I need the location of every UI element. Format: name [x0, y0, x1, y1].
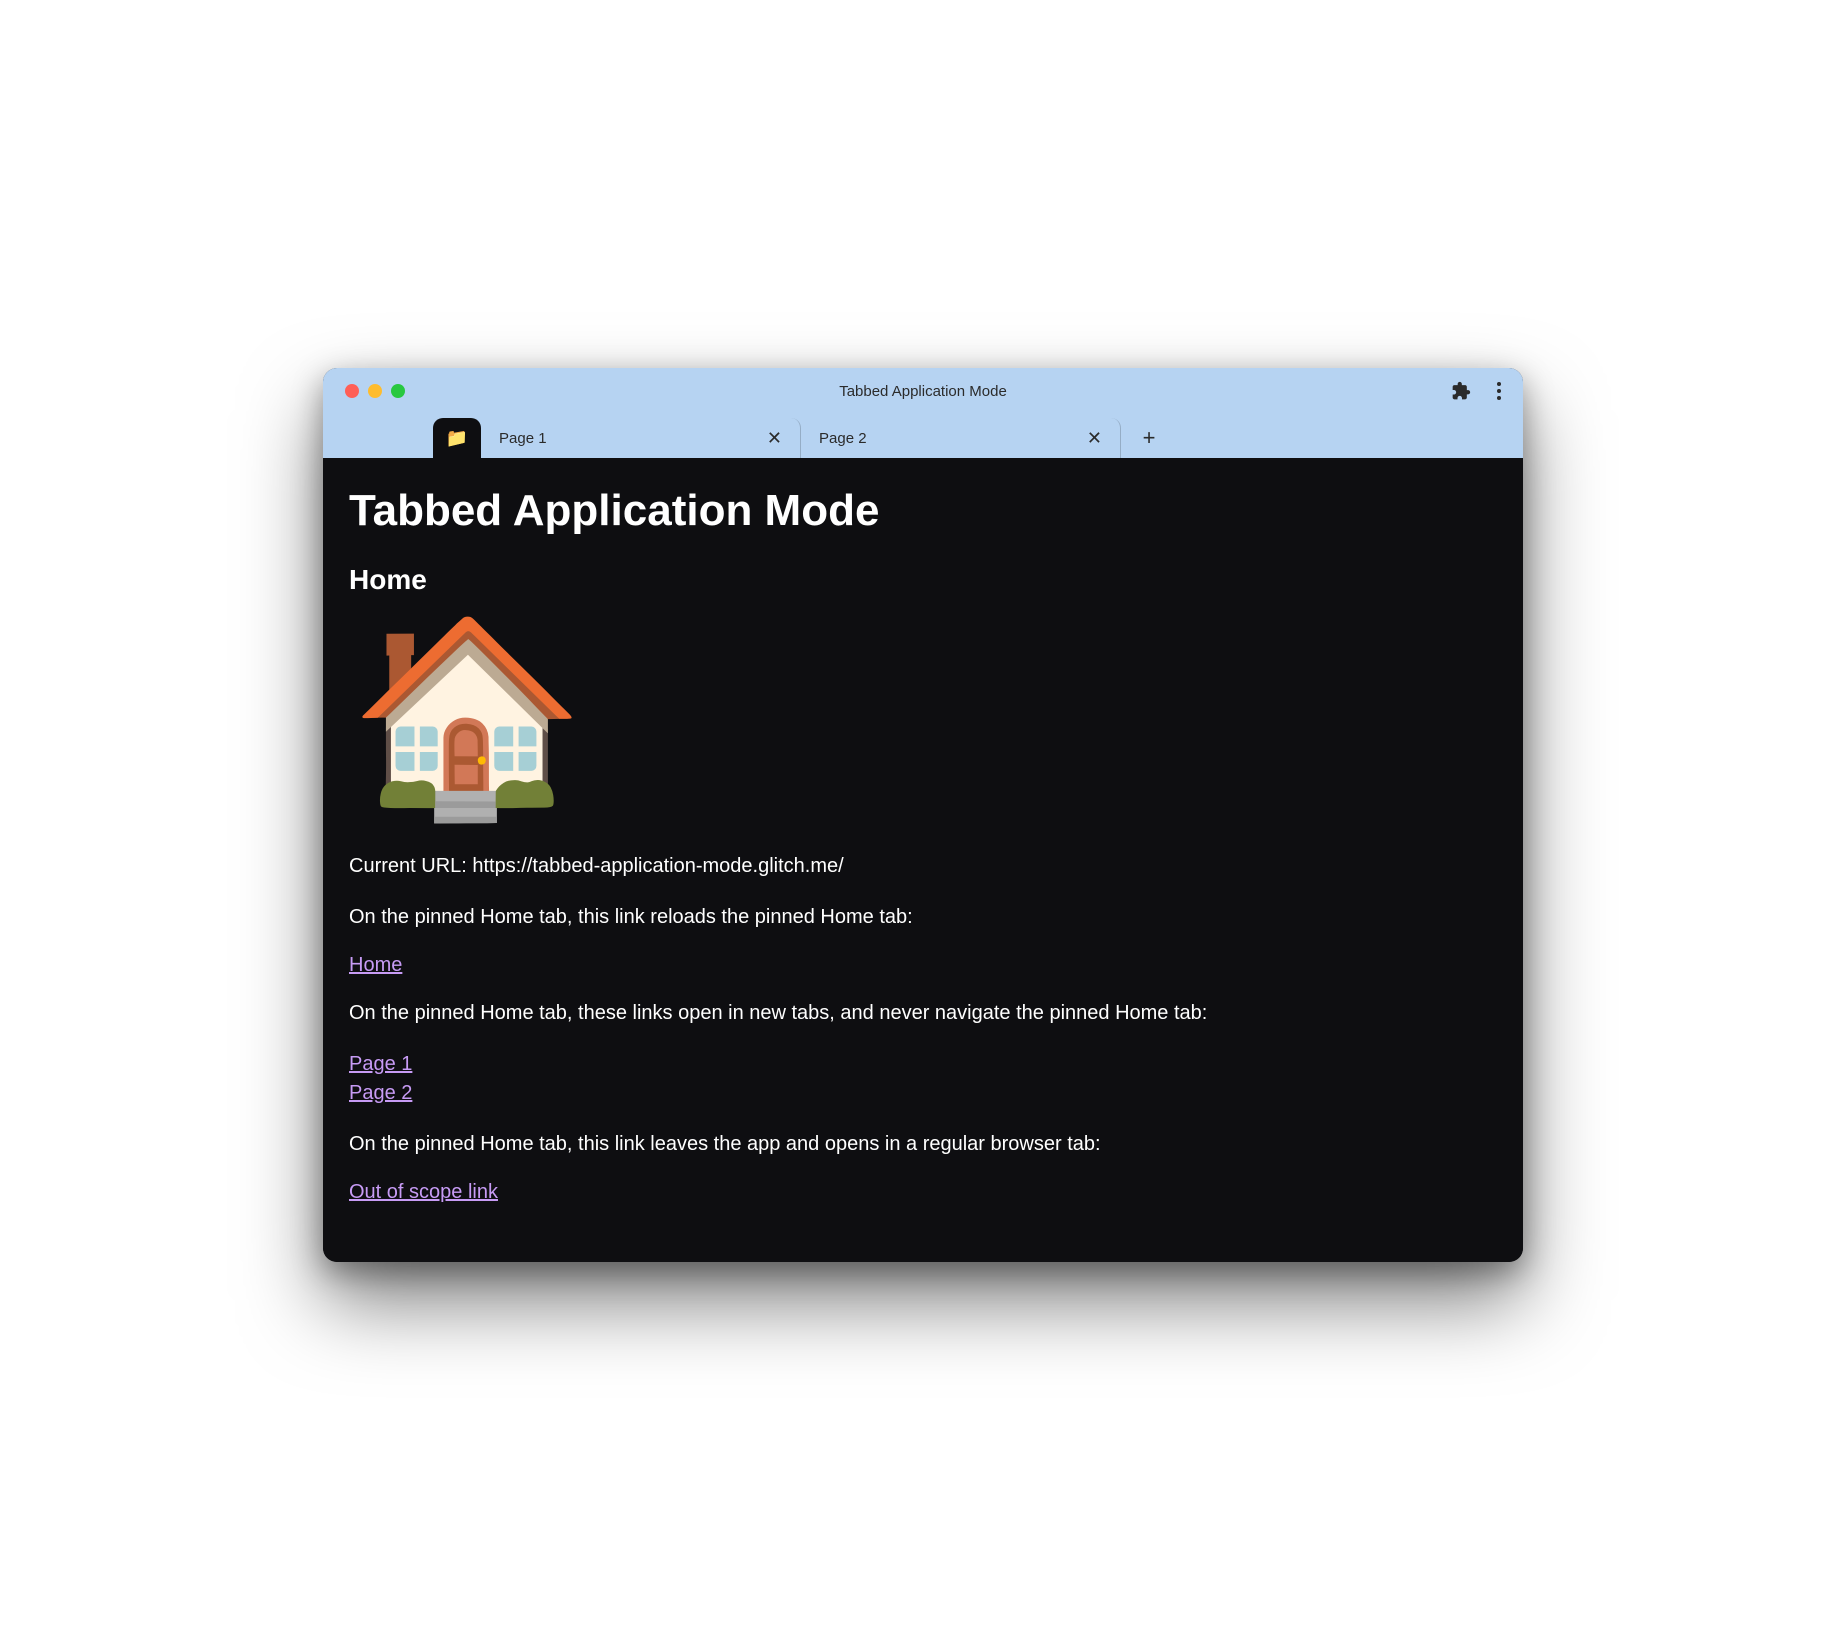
tab-page-2[interactable]: Page 2 ✕	[801, 418, 1121, 458]
paragraph-outofscope: On the pinned Home tab, this link leaves…	[349, 1130, 1497, 1159]
tab-label: Page 2	[819, 430, 1083, 447]
window-controls	[345, 384, 405, 398]
current-url-line: Current URL: https://tabbed-application-…	[349, 852, 1497, 881]
page-subtitle: Home	[349, 564, 1497, 596]
titlebar-actions	[1451, 376, 1509, 406]
titlebar: Tabbed Application Mode 📁 Page 1 ✕ Page …	[323, 368, 1523, 458]
link-page-1[interactable]: Page 1	[349, 1050, 1497, 1079]
page-title: Tabbed Application Mode	[349, 486, 1497, 536]
close-icon[interactable]: ✕	[1083, 429, 1106, 447]
link-out-of-scope[interactable]: Out of scope link	[349, 1181, 498, 1203]
window-title: Tabbed Application Mode	[323, 383, 1523, 400]
link-home[interactable]: Home	[349, 954, 402, 976]
new-tab-button[interactable]: +	[1129, 418, 1169, 458]
close-icon[interactable]: ✕	[763, 429, 786, 447]
tab-pinned-home[interactable]: 📁	[433, 418, 481, 458]
paragraph-reload: On the pinned Home tab, this link reload…	[349, 903, 1497, 932]
titlebar-row: Tabbed Application Mode	[323, 368, 1523, 414]
close-window-button[interactable]	[345, 384, 359, 398]
tab-strip: 📁 Page 1 ✕ Page 2 ✕ +	[323, 414, 1523, 458]
page-content: Tabbed Application Mode Home 🏠 Current U…	[323, 458, 1523, 1262]
paragraph-newtabs: On the pinned Home tab, these links open…	[349, 999, 1497, 1028]
house-icon: 🏠	[349, 622, 1497, 812]
current-url-label: Current URL:	[349, 855, 472, 877]
app-window: Tabbed Application Mode 📁 Page 1 ✕ Page …	[323, 368, 1523, 1262]
menu-button[interactable]	[1489, 376, 1509, 406]
minimize-window-button[interactable]	[368, 384, 382, 398]
tab-label: Page 1	[499, 430, 763, 447]
plus-icon: +	[1143, 425, 1156, 451]
link-page-2[interactable]: Page 2	[349, 1079, 1497, 1108]
tab-page-1[interactable]: Page 1 ✕	[481, 418, 801, 458]
current-url-value: https://tabbed-application-mode.glitch.m…	[472, 855, 843, 877]
tab-folder-icon: 📁	[446, 429, 468, 447]
maximize-window-button[interactable]	[391, 384, 405, 398]
extensions-icon[interactable]	[1451, 381, 1471, 401]
